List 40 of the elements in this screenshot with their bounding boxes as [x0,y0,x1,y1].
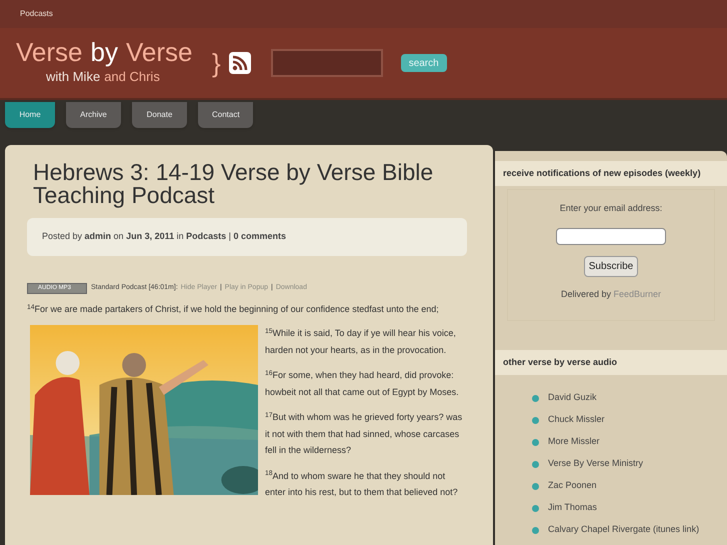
audio-source-link[interactable]: Zac Poonen [548,479,597,493]
nav-tab[interactable]: Donate [132,102,187,128]
site-title-word[interactable]: Verse [16,39,82,66]
nav-tab[interactable]: Contact [198,102,253,128]
site-title-word[interactable]: by [90,39,118,66]
nav-tab[interactable]: Home [5,102,55,128]
widget-heading: other verse by verse audio [495,350,727,375]
verse-text: $^{16}$For some, when they had heard, did provoke: howbeit not all that came out of Egypt by Moses. [265,368,460,399]
audio-source-link[interactable]: Verse By Verse Ministry [548,457,644,471]
brace-mark: } [212,46,221,80]
audio-source-link[interactable]: Chuck Missler [548,413,605,427]
verse-text: $^{18}$And to whom sware he that they should not enter into his rest, but to them that believed not? [265,469,459,499]
verse-text: $^{17}$But with whom was he grieved forty years? was it not with them that had sinned, whose carcases fell in the wilderness? [265,410,464,457]
bullet-icon [532,438,539,446]
nav-tab[interactable]: Archive [66,102,121,128]
delivered-text: Delivered by FeedBurner [560,288,662,301]
bullet-icon [532,526,539,534]
audio-source-link[interactable]: Jim Thomas [548,501,597,515]
verse-text: $^{15}$While it is said, To day if ye will hear his voice, harden not your hearts, as in the provocation. [265,326,457,357]
email-prompt: Enter your email address: [560,202,662,215]
bullet-icon [532,394,539,402]
email-field[interactable] [556,228,666,244]
site-title-word[interactable]: Verse [126,39,192,66]
audio-source-link[interactable]: David Guzik [548,391,597,405]
tagline-text: with Mike [46,68,100,86]
meta-text: Posted by admin on Jun 3, 2011 in Podcasts | 0 comments [42,230,286,244]
search-field[interactable] [270,49,383,77]
tagline-text: and Chris [104,68,160,86]
subscribe-button[interactable]: Subscribe [584,256,638,276]
widget-heading: receive notifications of new episodes (weekly) [495,161,727,186]
bullet-icon [532,416,539,424]
audio-source-link[interactable]: Calvary Chapel Rivergate (itunes link) [548,523,700,537]
post-title: Hebrews 3: 14-19 Verse by Verse Bible Teaching Podcast [32,161,434,207]
audio-source-link[interactable]: More Missler [548,435,600,449]
verse-text: $^{14}$For we are made partakers of Christ, if we hold the beginning of our confidence stedfast unto the end; [27,303,440,316]
rss-icon[interactable] [228,52,251,74]
bullet-icon [532,504,539,512]
bullet-icon [532,460,539,468]
bullet-icon [532,482,539,490]
top-link[interactable]: Podcasts [20,8,53,20]
